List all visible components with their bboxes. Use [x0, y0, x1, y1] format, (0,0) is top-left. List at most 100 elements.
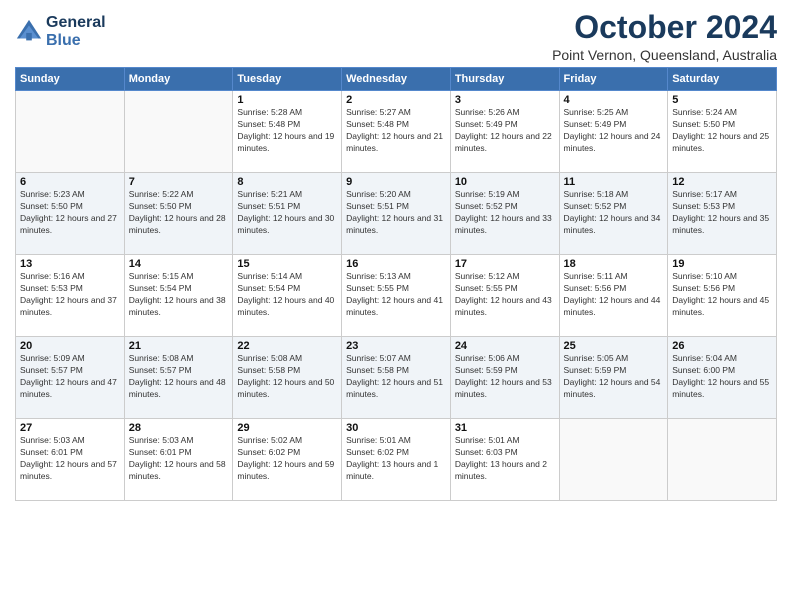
table-row: 8Sunrise: 5:21 AM Sunset: 5:51 PM Daylig…: [233, 173, 342, 255]
day-number: 21: [129, 340, 229, 352]
day-detail: Sunrise: 5:17 AM Sunset: 5:53 PM Dayligh…: [672, 189, 772, 237]
table-row: 24Sunrise: 5:06 AM Sunset: 5:59 PM Dayli…: [450, 337, 559, 419]
day-number: 18: [564, 258, 664, 270]
day-number: 30: [346, 422, 446, 434]
calendar-week-2: 6Sunrise: 5:23 AM Sunset: 5:50 PM Daylig…: [16, 173, 777, 255]
table-row: 11Sunrise: 5:18 AM Sunset: 5:52 PM Dayli…: [559, 173, 668, 255]
table-row: 9Sunrise: 5:20 AM Sunset: 5:51 PM Daylig…: [342, 173, 451, 255]
day-number: 16: [346, 258, 446, 270]
header: General Blue October 2024 Point Vernon, …: [15, 10, 777, 63]
day-number: 10: [455, 176, 555, 188]
logo: General Blue: [15, 14, 106, 50]
table-row: 16Sunrise: 5:13 AM Sunset: 5:55 PM Dayli…: [342, 255, 451, 337]
table-row: 28Sunrise: 5:03 AM Sunset: 6:01 PM Dayli…: [124, 419, 233, 501]
day-number: 29: [237, 422, 337, 434]
table-row: [16, 91, 125, 173]
table-row: 13Sunrise: 5:16 AM Sunset: 5:53 PM Dayli…: [16, 255, 125, 337]
calendar-header-row: Sunday Monday Tuesday Wednesday Thursday…: [16, 68, 777, 91]
day-number: 7: [129, 176, 229, 188]
table-row: 19Sunrise: 5:10 AM Sunset: 5:56 PM Dayli…: [668, 255, 777, 337]
day-detail: Sunrise: 5:03 AM Sunset: 6:01 PM Dayligh…: [20, 435, 120, 483]
day-detail: Sunrise: 5:22 AM Sunset: 5:50 PM Dayligh…: [129, 189, 229, 237]
day-detail: Sunrise: 5:04 AM Sunset: 6:00 PM Dayligh…: [672, 353, 772, 401]
day-detail: Sunrise: 5:07 AM Sunset: 5:58 PM Dayligh…: [346, 353, 446, 401]
day-detail: Sunrise: 5:12 AM Sunset: 5:55 PM Dayligh…: [455, 271, 555, 319]
day-number: 26: [672, 340, 772, 352]
title-block: October 2024 Point Vernon, Queensland, A…: [552, 10, 777, 63]
table-row: 3Sunrise: 5:26 AM Sunset: 5:49 PM Daylig…: [450, 91, 559, 173]
day-number: 6: [20, 176, 120, 188]
day-number: 23: [346, 340, 446, 352]
calendar-week-5: 27Sunrise: 5:03 AM Sunset: 6:01 PM Dayli…: [16, 419, 777, 501]
table-row: 15Sunrise: 5:14 AM Sunset: 5:54 PM Dayli…: [233, 255, 342, 337]
day-detail: Sunrise: 5:09 AM Sunset: 5:57 PM Dayligh…: [20, 353, 120, 401]
table-row: 1Sunrise: 5:28 AM Sunset: 5:48 PM Daylig…: [233, 91, 342, 173]
header-sunday: Sunday: [16, 68, 125, 91]
day-detail: Sunrise: 5:10 AM Sunset: 5:56 PM Dayligh…: [672, 271, 772, 319]
day-number: 17: [455, 258, 555, 270]
day-detail: Sunrise: 5:08 AM Sunset: 5:58 PM Dayligh…: [237, 353, 337, 401]
day-detail: Sunrise: 5:27 AM Sunset: 5:48 PM Dayligh…: [346, 107, 446, 155]
day-detail: Sunrise: 5:01 AM Sunset: 6:02 PM Dayligh…: [346, 435, 446, 483]
day-detail: Sunrise: 5:28 AM Sunset: 5:48 PM Dayligh…: [237, 107, 337, 155]
day-number: 8: [237, 176, 337, 188]
logo-icon: [15, 18, 43, 46]
table-row: 12Sunrise: 5:17 AM Sunset: 5:53 PM Dayli…: [668, 173, 777, 255]
day-detail: Sunrise: 5:16 AM Sunset: 5:53 PM Dayligh…: [20, 271, 120, 319]
day-number: 31: [455, 422, 555, 434]
header-tuesday: Tuesday: [233, 68, 342, 91]
subtitle: Point Vernon, Queensland, Australia: [552, 47, 777, 63]
day-number: 2: [346, 94, 446, 106]
day-detail: Sunrise: 5:05 AM Sunset: 5:59 PM Dayligh…: [564, 353, 664, 401]
day-number: 9: [346, 176, 446, 188]
table-row: 10Sunrise: 5:19 AM Sunset: 5:52 PM Dayli…: [450, 173, 559, 255]
day-number: 1: [237, 94, 337, 106]
day-number: 27: [20, 422, 120, 434]
table-row: 21Sunrise: 5:08 AM Sunset: 5:57 PM Dayli…: [124, 337, 233, 419]
day-number: 4: [564, 94, 664, 106]
day-number: 14: [129, 258, 229, 270]
table-row: 18Sunrise: 5:11 AM Sunset: 5:56 PM Dayli…: [559, 255, 668, 337]
day-number: 15: [237, 258, 337, 270]
table-row: [559, 419, 668, 501]
table-row: 2Sunrise: 5:27 AM Sunset: 5:48 PM Daylig…: [342, 91, 451, 173]
table-row: 20Sunrise: 5:09 AM Sunset: 5:57 PM Dayli…: [16, 337, 125, 419]
day-detail: Sunrise: 5:06 AM Sunset: 5:59 PM Dayligh…: [455, 353, 555, 401]
day-number: 20: [20, 340, 120, 352]
day-number: 12: [672, 176, 772, 188]
day-detail: Sunrise: 5:03 AM Sunset: 6:01 PM Dayligh…: [129, 435, 229, 483]
day-number: 5: [672, 94, 772, 106]
day-detail: Sunrise: 5:08 AM Sunset: 5:57 PM Dayligh…: [129, 353, 229, 401]
day-detail: Sunrise: 5:24 AM Sunset: 5:50 PM Dayligh…: [672, 107, 772, 155]
table-row: [124, 91, 233, 173]
table-row: 25Sunrise: 5:05 AM Sunset: 5:59 PM Dayli…: [559, 337, 668, 419]
day-detail: Sunrise: 5:21 AM Sunset: 5:51 PM Dayligh…: [237, 189, 337, 237]
day-detail: Sunrise: 5:14 AM Sunset: 5:54 PM Dayligh…: [237, 271, 337, 319]
day-detail: Sunrise: 5:26 AM Sunset: 5:49 PM Dayligh…: [455, 107, 555, 155]
header-friday: Friday: [559, 68, 668, 91]
table-row: 30Sunrise: 5:01 AM Sunset: 6:02 PM Dayli…: [342, 419, 451, 501]
day-number: 24: [455, 340, 555, 352]
calendar-week-3: 13Sunrise: 5:16 AM Sunset: 5:53 PM Dayli…: [16, 255, 777, 337]
day-number: 19: [672, 258, 772, 270]
logo-text: General Blue: [46, 14, 106, 50]
table-row: 5Sunrise: 5:24 AM Sunset: 5:50 PM Daylig…: [668, 91, 777, 173]
header-monday: Monday: [124, 68, 233, 91]
table-row: 27Sunrise: 5:03 AM Sunset: 6:01 PM Dayli…: [16, 419, 125, 501]
day-detail: Sunrise: 5:11 AM Sunset: 5:56 PM Dayligh…: [564, 271, 664, 319]
table-row: 4Sunrise: 5:25 AM Sunset: 5:49 PM Daylig…: [559, 91, 668, 173]
day-detail: Sunrise: 5:13 AM Sunset: 5:55 PM Dayligh…: [346, 271, 446, 319]
month-title: October 2024: [552, 10, 777, 45]
day-number: 13: [20, 258, 120, 270]
table-row: 23Sunrise: 5:07 AM Sunset: 5:58 PM Dayli…: [342, 337, 451, 419]
day-detail: Sunrise: 5:01 AM Sunset: 6:03 PM Dayligh…: [455, 435, 555, 483]
table-row: 6Sunrise: 5:23 AM Sunset: 5:50 PM Daylig…: [16, 173, 125, 255]
day-number: 22: [237, 340, 337, 352]
header-wednesday: Wednesday: [342, 68, 451, 91]
page-container: General Blue October 2024 Point Vernon, …: [0, 0, 792, 506]
day-detail: Sunrise: 5:20 AM Sunset: 5:51 PM Dayligh…: [346, 189, 446, 237]
table-row: 29Sunrise: 5:02 AM Sunset: 6:02 PM Dayli…: [233, 419, 342, 501]
day-number: 28: [129, 422, 229, 434]
header-thursday: Thursday: [450, 68, 559, 91]
day-detail: Sunrise: 5:25 AM Sunset: 5:49 PM Dayligh…: [564, 107, 664, 155]
